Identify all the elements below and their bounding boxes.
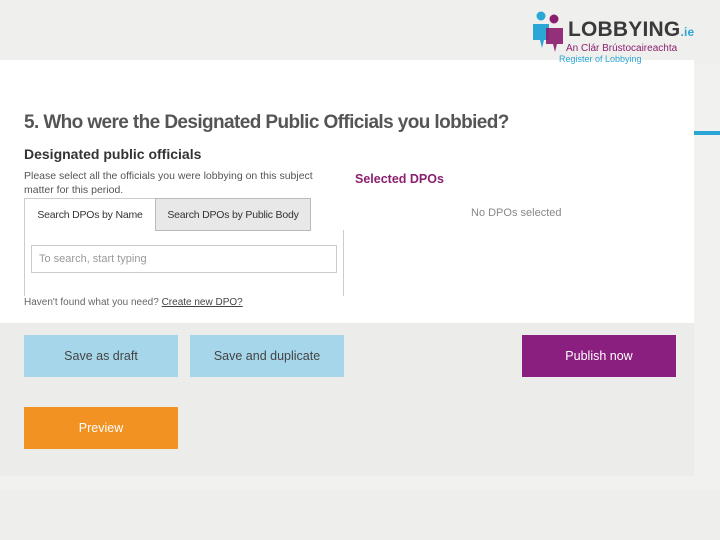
logo-subtitle-irish: An Clár Brústocaireachta xyxy=(566,43,678,54)
page-title: 5. Who were the Designated Public Offici… xyxy=(24,112,509,133)
no-dpos-selected-text: No DPOs selected xyxy=(471,207,562,219)
save-as-draft-button[interactable]: Save as draft xyxy=(24,335,178,377)
logo-subtitle-english: Register of Lobbying xyxy=(559,54,642,64)
people-logo-icon xyxy=(533,11,563,52)
create-new-dpo-link[interactable]: Create new DPO? xyxy=(162,297,243,308)
logo-wordmark: LOBBYING.ie xyxy=(568,18,695,41)
logo-tld: .ie xyxy=(680,25,695,39)
not-found-line: Haven't found what you need? Create new … xyxy=(24,297,243,308)
instructions-text: Please select all the officials you were… xyxy=(24,170,313,196)
save-and-duplicate-button[interactable]: Save and duplicate xyxy=(190,335,344,377)
footer-band xyxy=(0,490,720,540)
preview-button[interactable]: Preview xyxy=(24,407,178,449)
lobbying-logo[interactable]: LOBBYING.ie An Clár Brústocaireachta Reg… xyxy=(528,8,708,64)
selected-dpos-heading: Selected DPOs xyxy=(355,172,444,186)
dpo-search-input[interactable] xyxy=(31,245,337,273)
publish-now-button[interactable]: Publish now xyxy=(522,335,676,377)
section-heading: Designated public officials xyxy=(24,146,202,162)
tab-search-by-name[interactable]: Search DPOs by Name xyxy=(24,198,156,231)
tab-search-by-public-body[interactable]: Search DPOs by Public Body xyxy=(155,198,311,231)
not-found-text: Haven't found what you need? xyxy=(24,297,159,308)
side-accent-bar xyxy=(694,131,720,135)
